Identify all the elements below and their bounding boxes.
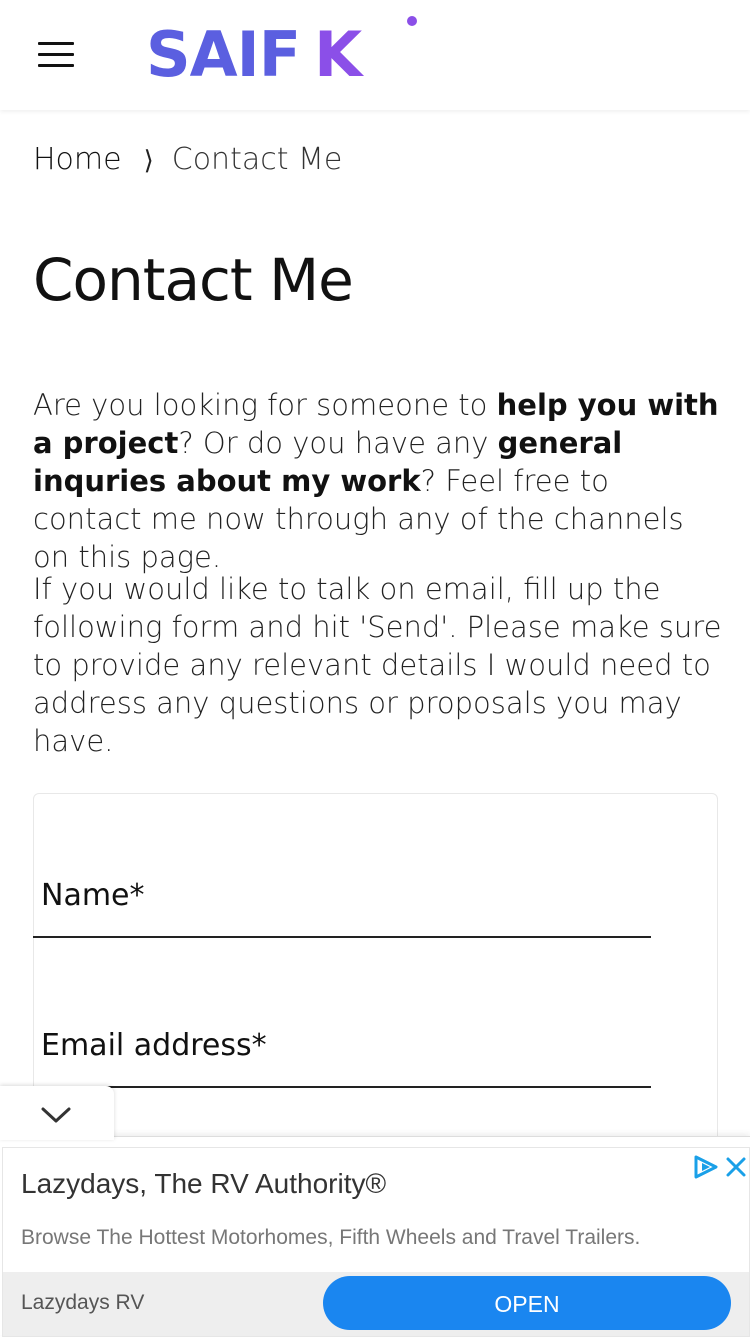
logo-text-saif: SAIF xyxy=(146,18,301,91)
ad-brand: Lazydays RV xyxy=(21,1291,145,1314)
breadcrumb: Home ⟩ Contact Me xyxy=(33,142,342,177)
ad-footer: Lazydays RV OPEN xyxy=(3,1272,749,1336)
breadcrumb-home-link[interactable]: Home xyxy=(33,142,122,177)
chevron-down-icon xyxy=(41,1107,71,1123)
intro-text-a: Are you looking for someone to xyxy=(33,388,497,422)
breadcrumb-current: Contact Me xyxy=(171,142,343,177)
form-instructions-paragraph: If you would like to talk on email, fill… xyxy=(33,572,722,758)
name-field[interactable]: Name* xyxy=(33,878,655,938)
site-header: SAIF K xyxy=(0,0,750,110)
ad-collapse-tab[interactable] xyxy=(0,1086,114,1140)
ad-description: Browse The Hottest Motorhomes, Fifth Whe… xyxy=(21,1226,641,1249)
page-title: Contact Me xyxy=(33,246,354,314)
ad-close-icon[interactable] xyxy=(725,1156,747,1178)
logo-dot-icon xyxy=(407,16,417,26)
site-logo[interactable]: SAIF K xyxy=(146,18,362,91)
intro-paragraph: Are you looking for someone to help you … xyxy=(33,386,723,576)
ad-title[interactable]: Lazydays, The RV Authority® xyxy=(21,1168,386,1200)
email-field-label: Email address* xyxy=(41,1028,267,1063)
hamburger-menu-icon[interactable] xyxy=(38,42,74,68)
ad-content[interactable]: Lazydays, The RV Authority® Browse The H… xyxy=(2,1147,750,1337)
ad-banner: Lazydays, The RV Authority® Browse The H… xyxy=(0,1136,750,1337)
email-field[interactable]: Email address* xyxy=(33,1028,655,1088)
logo-text-k: K xyxy=(314,18,362,91)
name-input[interactable] xyxy=(33,916,655,938)
breadcrumb-separator-icon: ⟩ xyxy=(143,146,154,176)
ad-open-button[interactable]: OPEN xyxy=(323,1276,731,1330)
ad-choices-icon[interactable] xyxy=(693,1154,719,1180)
name-field-label: Name* xyxy=(41,878,145,913)
email-input[interactable] xyxy=(33,1066,655,1088)
intro-text-c: ? Or do you have any xyxy=(178,426,498,460)
